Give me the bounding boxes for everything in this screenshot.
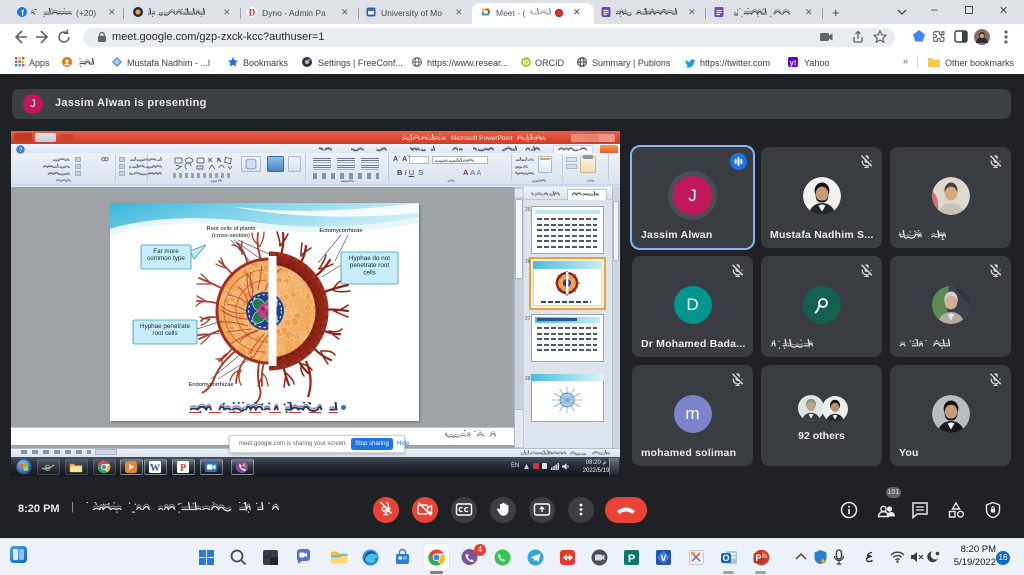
svg-text:root cells: root cells xyxy=(152,330,177,337)
svg-text:P: P xyxy=(180,463,186,474)
svg-text:cells: cells xyxy=(363,269,376,276)
svg-text:e: e xyxy=(44,460,51,474)
svg-text:Endomycorrhizae: Endomycorrhizae xyxy=(188,382,233,388)
svg-text:P: P xyxy=(755,553,761,563)
svg-text:P: P xyxy=(628,553,635,565)
svg-text:D: D xyxy=(249,7,256,17)
svg-text:O: O xyxy=(722,553,729,563)
svg-text:Root cells of plants: Root cells of plants xyxy=(207,226,256,232)
svg-text:(cross-section): (cross-section) xyxy=(212,233,250,239)
svg-text:penetrate root: penetrate root xyxy=(350,262,389,269)
svg-text:y!: y! xyxy=(790,58,797,67)
svg-text:V: V xyxy=(660,553,666,563)
svg-text:Hyphae do not: Hyphae do not xyxy=(349,255,390,262)
svg-text:iD: iD xyxy=(523,60,530,67)
svg-text:Far more: Far more xyxy=(153,248,179,255)
svg-text:?: ? xyxy=(19,147,23,154)
svg-text:f: f xyxy=(21,9,24,17)
svg-text:common type: common type xyxy=(147,255,185,262)
svg-text:W: W xyxy=(150,463,160,474)
svg-text:Ectomycorrhizae: Ectomycorrhizae xyxy=(319,228,362,234)
svg-text:Hyphae penetrate: Hyphae penetrate xyxy=(140,323,191,330)
